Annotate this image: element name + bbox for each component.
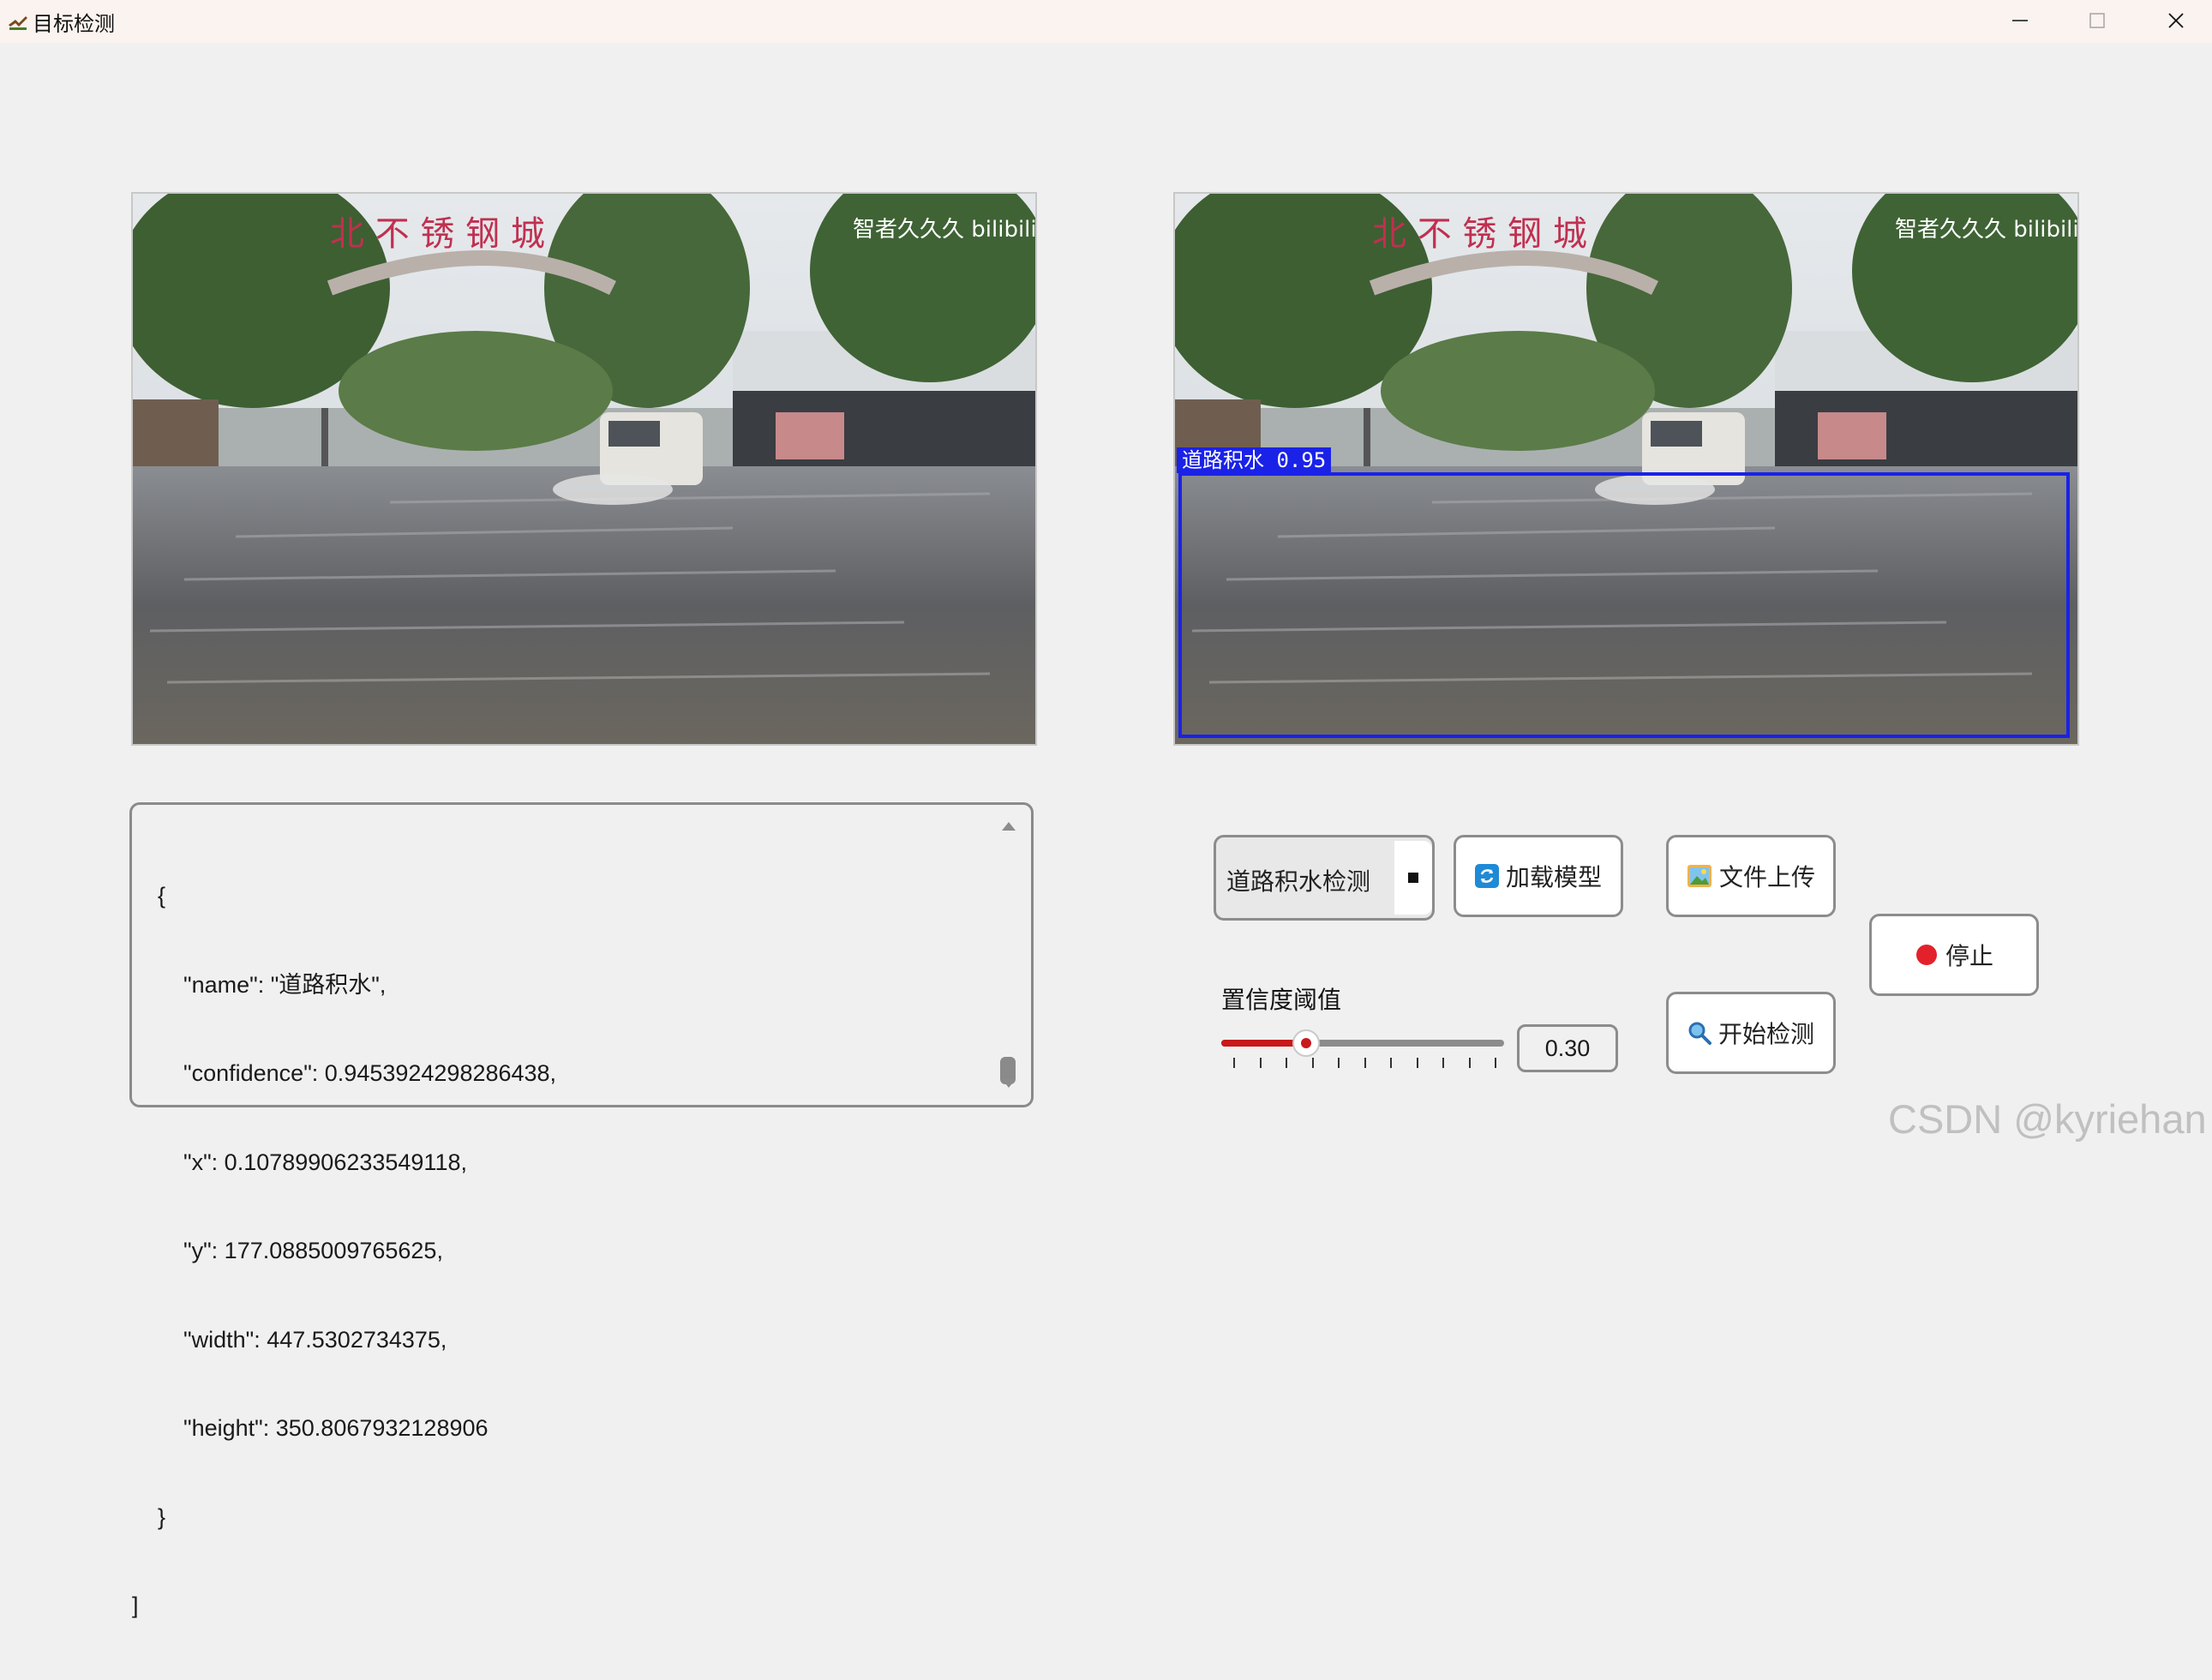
slider-tick (1416, 1058, 1418, 1068)
source-watermark: 智者久久久 bilibili (853, 217, 1035, 243)
bridge-sign-text: 北 不 锈 钢 城 (330, 214, 545, 254)
json-line: } (132, 1503, 166, 1530)
slider-tick (1442, 1058, 1444, 1068)
magnifier-icon (1688, 1022, 1711, 1045)
model-select-value: 道路积水检测 (1226, 868, 1371, 895)
close-icon (2168, 13, 2184, 28)
confidence-threshold-label: 置信度阈值 (1221, 987, 1342, 1013)
json-line: "x": 0.10789906233549118, (132, 1149, 467, 1175)
file-upload-button[interactable]: 文件上传 (1666, 835, 1836, 917)
detection-label: 道路积水 0.95 (1177, 447, 1332, 473)
title-bar: 目标检测 (0, 0, 2212, 43)
flooded-road-photo: 北 不 锈 钢 城 智者久久久 bilibili (133, 194, 1035, 744)
bridge-sign-text: 北 不 锈 钢 城 (1372, 214, 1587, 254)
vertical-scrollbar[interactable] (998, 817, 1019, 1093)
json-line: { (132, 883, 166, 909)
slider-tick (1311, 1058, 1314, 1068)
dropdown-arrow-icon[interactable] (1394, 841, 1432, 915)
json-line: "width": 447.5302734375, (132, 1326, 447, 1353)
file-upload-label: 文件上传 (1718, 864, 1815, 891)
slider-tick (1233, 1058, 1235, 1068)
json-line: "height": 350.8067932128906 (132, 1415, 489, 1441)
slider-tick (1338, 1058, 1340, 1068)
json-line: "y": 177.0885009765625, (132, 1238, 443, 1263)
load-model-button[interactable]: 加载模型 (1454, 835, 1623, 917)
json-line: "confidence": 0.9453924298286438, (132, 1060, 557, 1086)
result-text-area[interactable]: { "name": "道路积水", "confidence": 0.945392… (129, 802, 1034, 1618)
result-watermark: 智者久久久 bilibili (1895, 217, 2077, 243)
maximize-icon (2089, 13, 2105, 28)
start-detect-label: 开始检测 (1717, 1021, 1814, 1047)
source-image: 北 不 锈 钢 城 智者久久久 bilibili (131, 192, 1037, 746)
refresh-icon (1474, 864, 1499, 888)
app-icon (9, 16, 27, 30)
slider-tick (1286, 1058, 1287, 1068)
scroll-down-arrow-icon[interactable] (1002, 1079, 1016, 1088)
slider-tick (1495, 1058, 1496, 1068)
csdn-watermark: CSDN @kyriehan (1888, 1096, 2207, 1142)
confidence-value[interactable]: 0.30 (1517, 1024, 1618, 1072)
minimize-button[interactable] (1981, 0, 2059, 41)
maximize-button[interactable] (2059, 0, 2136, 41)
slider-tick (1259, 1058, 1262, 1068)
result-json-text: { "name": "道路积水", "confidence": 0.945392… (132, 822, 972, 1680)
picture-icon (1687, 865, 1711, 887)
red-circle-icon (1915, 945, 1937, 965)
slider-tick (1364, 1058, 1366, 1068)
slider-tick (1468, 1058, 1471, 1068)
json-line: ] (132, 1593, 139, 1618)
confidence-slider[interactable] (1221, 1029, 1504, 1080)
result-image: 北 不 锈 钢 城 智者久久久 bilibili 道路积水 0.95 (1173, 192, 2079, 746)
minimize-icon (2012, 20, 2028, 21)
stop-label: 停止 (1945, 943, 1993, 969)
json-line: "name": "道路积水", (132, 971, 387, 998)
model-select[interactable]: 道路积水检测 (1214, 835, 1435, 921)
close-button[interactable] (2137, 0, 2212, 41)
window-title: 目标检测 (33, 13, 115, 36)
load-model-label: 加载模型 (1505, 864, 1602, 891)
stop-button[interactable]: 停止 (1869, 914, 2039, 996)
slider-handle[interactable] (1292, 1029, 1320, 1057)
slider-tick (1390, 1058, 1392, 1068)
detection-bounding-box (1178, 472, 2070, 738)
start-detect-button[interactable]: 开始检测 (1666, 992, 1836, 1074)
scroll-up-arrow-icon[interactable] (1002, 822, 1016, 831)
